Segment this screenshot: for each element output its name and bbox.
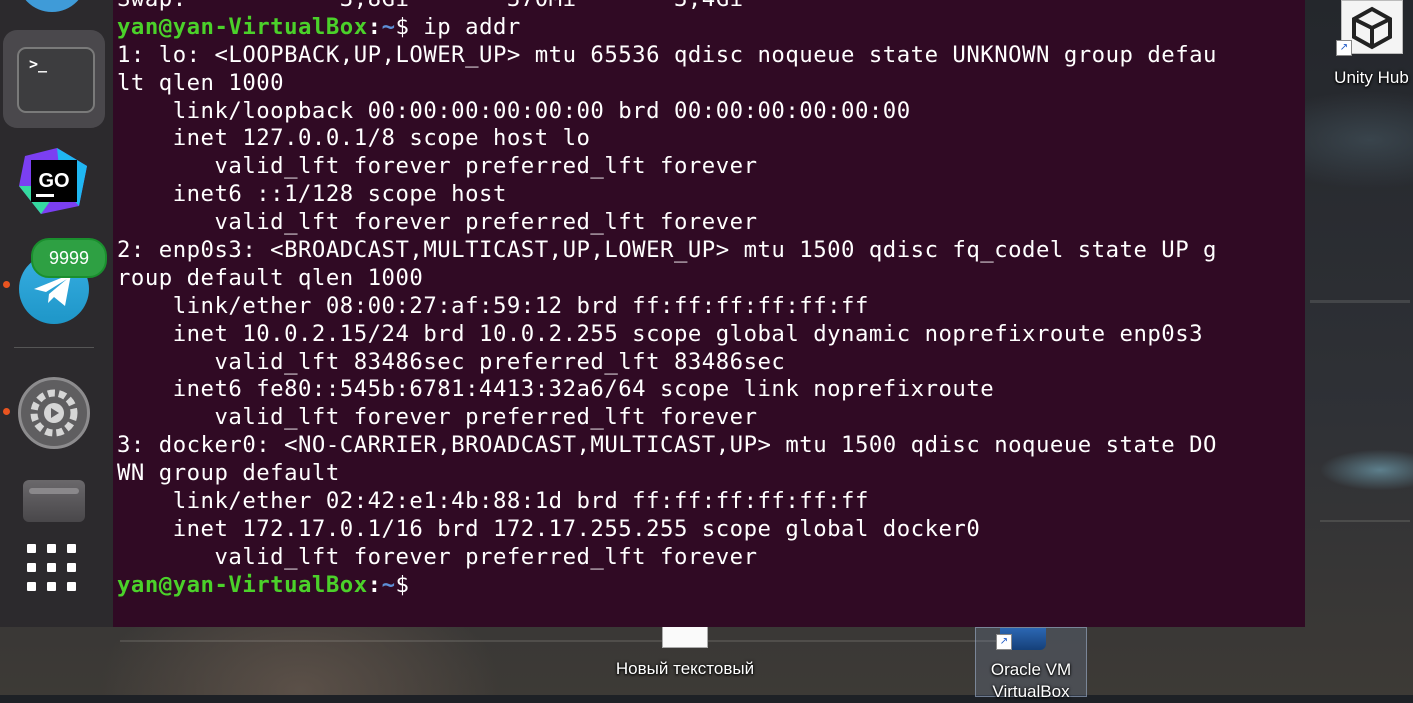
terminal-text: 3: docker0: <NO-CARRIER,BROADCAST,MULTIC… <box>117 432 1217 459</box>
prompt-path: ~ <box>381 571 396 598</box>
dock-separator <box>14 347 94 348</box>
goland-icon: GO <box>17 146 91 216</box>
terminal-text: link/ether 08:00:27:af:59:12 brd ff:ff:f… <box>117 292 869 319</box>
prompt-path: ~ <box>381 13 396 40</box>
terminal-text: WN group default <box>117 460 340 487</box>
terminal-output-line: inet6 ::1/128 scope host <box>117 181 1217 209</box>
terminal-text: valid_lft forever preferred_lft forever <box>117 543 758 570</box>
terminal-output-line: 3: docker0: <NO-CARRIER,BROADCAST,MULTIC… <box>117 432 1217 460</box>
terminal-prompt-line: yan@yan-VirtualBox:~$ ip addr <box>117 13 521 40</box>
terminal-text: inet6 ::1/128 scope host <box>117 181 507 208</box>
desktop-icon-unity-hub[interactable]: ↗ Unity Hub <box>1330 0 1413 87</box>
terminal-text: 1: lo: <LOOPBACK,UP,LOWER_UP> mtu 65536 … <box>117 41 1217 68</box>
terminal-window[interactable]: Swap: 3,8Gi 370Mi 3,4Giyan@yan-VirtualBo… <box>113 0 1305 627</box>
app-grid-icon <box>27 544 83 594</box>
terminal-output-line: 1: lo: <LOOPBACK,UP,LOWER_UP> mtu 65536 … <box>117 42 1217 70</box>
desktop-icon-label: Unity Hub <box>1334 68 1409 87</box>
terminal-text: valid_lft forever preferred_lft forever <box>117 404 758 431</box>
terminal-output-line: link/loopback 00:00:00:00:00:00 brd 00:0… <box>117 98 1217 126</box>
terminal-text: inet 172.17.0.1/16 brd 172.17.255.255 sc… <box>117 515 981 542</box>
terminal-text: inet 127.0.0.1/8 scope host lo <box>117 125 591 152</box>
terminal-text: valid_lft forever preferred_lft forever <box>117 209 758 236</box>
prompt-user-host: yan@yan-VirtualBox <box>117 571 368 598</box>
desktop-icon-virtualbox[interactable]: ↗ Oracle VM VirtualBox <box>975 627 1087 701</box>
desktop-icon-text-document[interactable]: Новый текстовый <box>610 627 760 680</box>
terminal-output-line: inet 172.17.0.1/16 brd 172.17.255.255 sc… <box>117 516 1217 544</box>
prompt-command <box>409 572 423 598</box>
terminal-text: lt qlen 1000 <box>117 69 285 96</box>
terminal-text: valid_lft forever preferred_lft forever <box>117 153 758 180</box>
terminal-output-line: WN group default <box>117 460 1217 488</box>
terminal-output-line: lt qlen 1000 <box>117 70 1217 98</box>
shortcut-arrow-icon: ↗ <box>1336 40 1352 56</box>
desktop-icon-label: Oracle VM VirtualBox <box>990 660 1072 701</box>
ubuntu-dock: >_ GO 9999 <box>0 0 113 627</box>
terminal-output-line: link/ether 02:42:e1:4b:88:1d brd ff:ff:f… <box>117 488 1217 516</box>
terminal-output-line: inet 10.0.2.15/24 brd 10.0.2.255 scope g… <box>117 321 1217 349</box>
terminal-text: link/loopback 00:00:00:00:00:00 brd 00:0… <box>117 97 911 124</box>
svg-text:GO: GO <box>38 170 69 192</box>
dock-item-terminal[interactable]: >_ <box>0 0 113 130</box>
terminal-icon: >_ <box>17 47 95 113</box>
terminal-output-line: roup default qlen 1000 <box>117 265 1217 293</box>
dock-item-goland[interactable]: GO <box>0 130 113 230</box>
terminal-text: Swap: 3,8Gi 370Mi 3,4Gi <box>117 0 744 12</box>
running-indicator <box>3 408 10 415</box>
shortcut-arrow-icon: ↗ <box>996 634 1012 650</box>
terminal-text: link/ether 02:42:e1:4b:88:1d brd ff:ff:f… <box>117 488 869 515</box>
terminal-output-line: valid_lft 83486sec preferred_lft 83486se… <box>117 349 1217 377</box>
terminal-output-line: link/ether 08:00:27:af:59:12 brd ff:ff:f… <box>117 293 1217 321</box>
running-indicator <box>3 281 10 288</box>
terminal-output-line: inet 127.0.0.1/8 scope host lo <box>117 125 1217 153</box>
terminal-output-line: valid_lft forever preferred_lft forever <box>117 153 1217 181</box>
terminal-output-line: 2: enp0s3: <BROADCAST,MULTICAST,UP,LOWER… <box>117 237 1217 265</box>
prompt-symbol: $ <box>395 571 410 598</box>
terminal-prompt-line: yan@yan-VirtualBox:~$ <box>117 572 1217 600</box>
drive-icon <box>23 480 85 522</box>
gear-icon <box>18 377 90 449</box>
terminal-output-line: inet6 fe80::545b:6781:4413:32a6/64 scope… <box>117 376 1217 404</box>
terminal-output[interactable]: Swap: 3,8Gi 370Mi 3,4Giyan@yan-VirtualBo… <box>117 0 1217 600</box>
terminal-output-line: valid_lft forever preferred_lft forever <box>117 404 1217 432</box>
terminal-output-line: valid_lft forever preferred_lft forever <box>117 544 1217 572</box>
terminal-text: 2: enp0s3: <BROADCAST,MULTICAST,UP,LOWER… <box>117 237 1217 264</box>
notification-badge: 9999 <box>31 238 107 278</box>
terminal-text: inet 10.0.2.15/24 brd 10.0.2.255 scope g… <box>117 320 1204 347</box>
terminal-output-line: Swap: 3,8Gi 370Mi 3,4Gi <box>117 0 1217 14</box>
prompt-command: ip addr <box>409 13 521 40</box>
terminal-output-line: valid_lft forever preferred_lft forever <box>117 209 1217 237</box>
terminal-text: inet6 fe80::545b:6781:4413:32a6/64 scope… <box>117 376 995 403</box>
desktop-icon-label: Новый текстовый <box>615 659 755 678</box>
prompt-symbol: $ <box>395 13 410 40</box>
terminal-text: valid_lft 83486sec preferred_lft 83486se… <box>117 348 786 375</box>
text-document-icon <box>662 627 708 648</box>
terminal-text: roup default qlen 1000 <box>117 264 424 291</box>
prompt-user-host: yan@yan-VirtualBox <box>117 13 368 40</box>
